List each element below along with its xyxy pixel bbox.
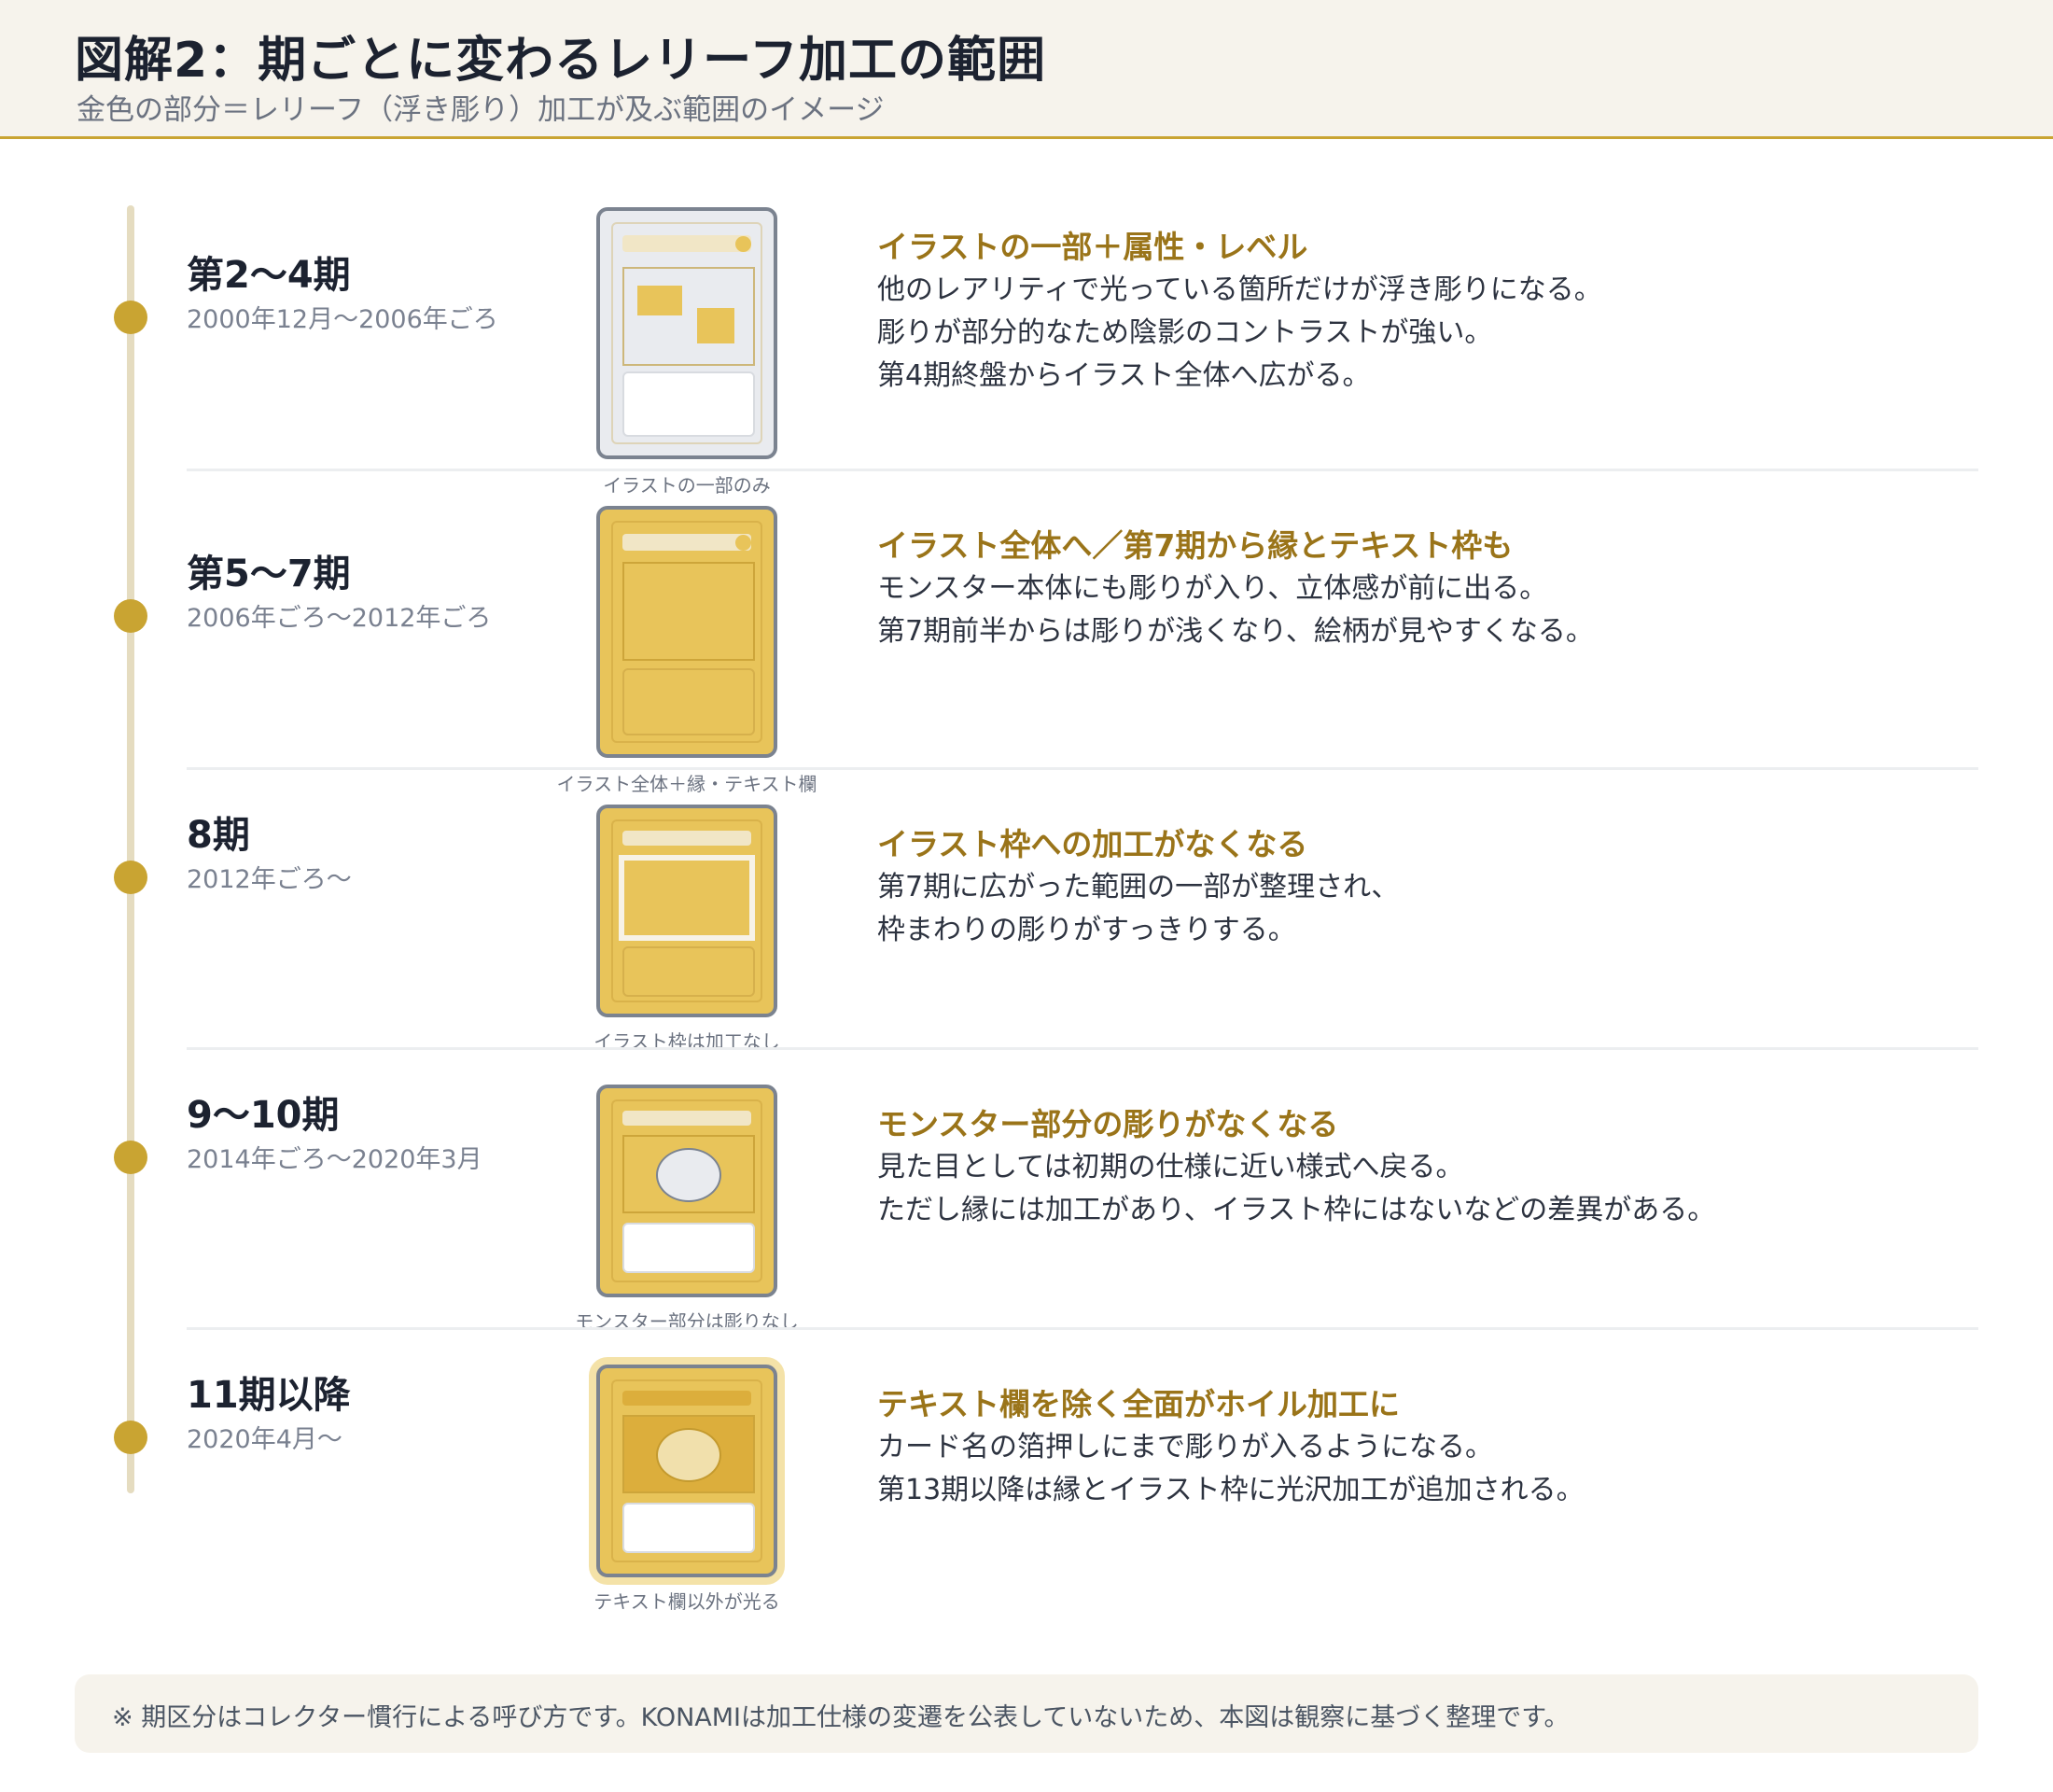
period-name: 第5〜7期 <box>187 553 351 595</box>
footnote-box: ※ 期区分はコレクター慣行による呼び方です。KONAMIは加工仕様の変遷を公表し… <box>75 1674 1978 1753</box>
timeline-dot <box>114 1141 147 1174</box>
card-text-box <box>622 946 755 997</box>
description-line: 第4期終盤からイラスト全体へ広がる。 <box>877 359 1371 392</box>
card-illustration-area <box>622 562 755 661</box>
page-subtitle: 金色の部分＝レリーフ（浮き彫り）加工が及ぶ範囲のイメージ <box>77 93 885 127</box>
period-date: 2020年4月〜 <box>187 1425 342 1454</box>
period-description: 見た目としては初期の仕様に近い様式へ戻る。 ただし縁には加工があり、イラスト枠に… <box>877 1146 1715 1232</box>
period-description: 第7期に広がった範囲の一部が整理され、 枠まわりの彫りがすっきりする。 <box>877 866 1399 952</box>
period-heading: イラスト枠への加工がなくなる <box>877 826 1308 862</box>
page-header: 図解2：期ごとに変わるレリーフ加工の範囲 金色の部分＝レリーフ（浮き彫り）加工が… <box>0 0 2053 139</box>
card-diagram <box>596 1365 777 1577</box>
period-date: 2014年ごろ〜2020年3月 <box>187 1145 482 1174</box>
card-caption: テキスト欄以外が光る <box>594 1590 780 1613</box>
timeline-dot <box>114 599 147 633</box>
card-name-bar <box>622 1111 751 1126</box>
timeline-dot <box>114 301 147 334</box>
period-description: カード名の箔押しにまで彫りが入るようになる。 第13期以降は縁とイラスト枠に光沢… <box>877 1426 1585 1512</box>
attribute-mark <box>735 535 751 551</box>
section-divider <box>187 767 1978 770</box>
description-line: 第7期前半からは彫りが浅くなり、絵柄が見やすくなる。 <box>877 615 1594 648</box>
period-heading: モンスター部分の彫りがなくなる <box>877 1106 1339 1142</box>
period-description: モンスター本体にも彫りが入り、立体感が前に出る。 第7期前半からは彫りが浅くなり… <box>877 567 1594 653</box>
relief-partial-2 <box>697 308 734 343</box>
card-name-bar <box>622 831 751 846</box>
period-heading: イラスト全体へ／第7期から縁とテキスト枠も <box>877 527 1514 564</box>
period-name: 9〜10期 <box>187 1094 340 1137</box>
section-divider <box>187 1047 1978 1050</box>
page-title: 図解2：期ごとに変わるレリーフ加工の範囲 <box>75 33 1047 89</box>
description-line: 見た目としては初期の仕様に近い様式へ戻る。 <box>877 1151 1464 1183</box>
timeline-line <box>127 205 134 1493</box>
card-text-box <box>622 1223 755 1273</box>
period-date: 2012年ごろ〜 <box>187 865 352 894</box>
card-illustration-area <box>622 267 755 366</box>
period-name: 8期 <box>187 814 250 857</box>
period-date: 2000年12月〜2006年ごろ <box>187 305 498 334</box>
card-name-bar <box>622 235 751 252</box>
card-text-box <box>622 371 755 437</box>
description-line: カード名の箔押しにまで彫りが入るようになる。 <box>877 1431 1493 1463</box>
footnote-text: ※ 期区分はコレクター慣行による呼び方です。KONAMIは加工仕様の変遷を公表し… <box>112 1703 1570 1732</box>
timeline-dot <box>114 861 147 894</box>
section-divider <box>187 469 1978 471</box>
period-heading: イラストの一部＋属性・レベル <box>877 229 1308 265</box>
description-line: モンスター本体にも彫りが入り、立体感が前に出る。 <box>877 572 1548 605</box>
period-description: 他のレアリティで光っている箇所だけが浮き彫りになる。 彫りが部分的なため陰影のコ… <box>877 269 1602 398</box>
relief-partial-1 <box>637 286 682 315</box>
period-name: 11期以降 <box>187 1374 351 1417</box>
card-caption: イラスト全体＋縁・テキスト欄 <box>556 773 817 795</box>
card-name-bar <box>622 1391 751 1406</box>
card-diagram <box>596 1085 777 1297</box>
monster-relief <box>656 1428 721 1482</box>
card-text-box <box>622 668 755 735</box>
card-text-box <box>622 1503 755 1553</box>
description-line: 彫りが部分的なため陰影のコントラストが強い。 <box>877 316 1493 349</box>
monster-no-relief <box>656 1148 721 1202</box>
card-caption: イラストの一部のみ <box>603 474 771 497</box>
description-line: 枠まわりの彫りがすっきりする。 <box>877 914 1296 946</box>
attribute-mark <box>735 236 751 252</box>
description-line: 他のレアリティで光っている箇所だけが浮き彫りになる。 <box>877 273 1602 306</box>
card-name-bar <box>622 534 751 551</box>
card-diagram <box>596 506 777 758</box>
description-line: ただし縁には加工があり、イラスト枠にはないなどの差異がある。 <box>877 1194 1716 1226</box>
description-line: 第13期以降は縁とイラスト枠に光沢加工が追加される。 <box>877 1474 1585 1506</box>
card-illustration-area <box>619 855 755 941</box>
period-heading: テキスト欄を除く全面がホイル加工に <box>877 1386 1401 1422</box>
timeline-dot <box>114 1421 147 1454</box>
description-line: 第7期に広がった範囲の一部が整理され、 <box>877 871 1400 903</box>
section-divider <box>187 1327 1978 1330</box>
period-date: 2006年ごろ〜2012年ごろ <box>187 604 492 633</box>
card-diagram <box>596 805 777 1017</box>
card-diagram <box>596 207 777 459</box>
period-name: 第2〜4期 <box>187 254 351 297</box>
